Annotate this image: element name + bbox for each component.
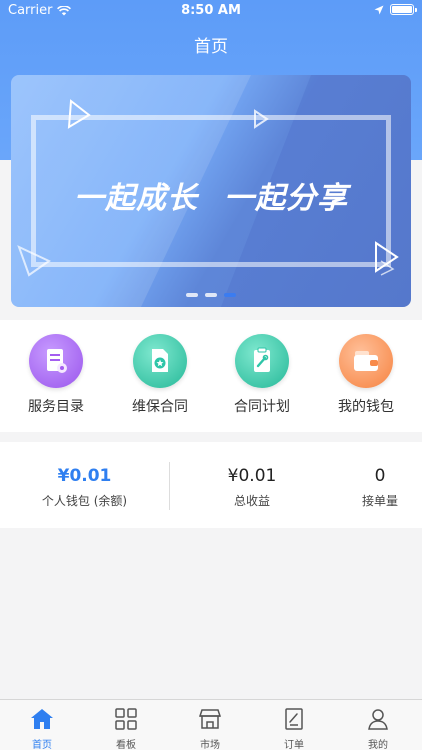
- wallet-icon: [339, 334, 393, 388]
- feature-menu: 服务目录 维保合同 合同计划 我的钱包: [0, 320, 422, 432]
- tab-label: 订单: [284, 740, 304, 750]
- tab-market[interactable]: 市场: [168, 706, 252, 750]
- tab-profile[interactable]: 我的: [336, 706, 420, 750]
- contract-plan-icon: [235, 334, 289, 388]
- tab-label: 市场: [200, 740, 220, 750]
- slogan-left: 一起成长: [74, 181, 198, 216]
- menu-label: 维保合同: [132, 399, 188, 415]
- menu-label: 我的钱包: [338, 399, 394, 415]
- menu-item-service-catalog[interactable]: 服务目录: [6, 334, 106, 416]
- menu-item-contract-plan[interactable]: 合同计划: [212, 334, 312, 416]
- page-title: 首页: [194, 37, 228, 57]
- tab-home[interactable]: 首页: [0, 706, 84, 750]
- tab-label: 首页: [32, 740, 52, 750]
- banner-slogan: 一起成长 一起分享: [11, 173, 411, 217]
- clock: 8:50 AM: [181, 3, 241, 18]
- profile-icon: [336, 706, 420, 732]
- menu-item-maintenance-contract[interactable]: 维保合同: [110, 334, 210, 416]
- order-icon: [252, 706, 336, 732]
- orders-count-label: 接单量: [361, 494, 398, 508]
- tab-label: 我的: [368, 740, 388, 750]
- tab-orders[interactable]: 订单: [252, 706, 336, 750]
- wallet-balance-value: ¥0.01: [57, 466, 112, 486]
- total-income-label: 总收益: [233, 494, 270, 508]
- carousel-dot[interactable]: [186, 293, 198, 297]
- stat-total-income[interactable]: ¥0.01 总收益: [190, 466, 314, 509]
- menu-item-wallet[interactable]: 我的钱包: [316, 334, 416, 416]
- menu-label: 服务目录: [28, 399, 84, 415]
- tab-bar: 首页 看板 市场 订单 我的: [0, 699, 422, 750]
- carousel-indicator: [11, 293, 411, 297]
- status-bar: Carrier 8:50 AM: [0, 0, 422, 22]
- tab-label: 看板: [116, 740, 136, 750]
- slogan-right: 一起分享: [224, 181, 348, 216]
- total-income-value: ¥0.01: [227, 466, 277, 486]
- stats-divider: [169, 462, 170, 510]
- carousel-dot-active[interactable]: [224, 293, 236, 297]
- battery-icon: [390, 4, 417, 15]
- stat-orders[interactable]: 0 接单量: [340, 466, 420, 509]
- maintenance-contract-icon: [133, 334, 187, 388]
- stat-wallet[interactable]: ¥0.01 个人钱包 (余额): [0, 466, 169, 509]
- banner-carousel[interactable]: 一起成长 一起分享: [11, 75, 411, 307]
- home-icon: [0, 706, 84, 732]
- dashboard-icon: [84, 706, 168, 732]
- wallet-balance-label: 个人钱包 (余额): [41, 494, 128, 508]
- orders-count-value: 0: [374, 466, 386, 486]
- market-icon: [168, 706, 252, 732]
- location-icon: [374, 5, 384, 14]
- carousel-dot[interactable]: [205, 293, 217, 297]
- stats-panel: ¥0.01 个人钱包 (余额) ¥0.01 总收益 0 接单量: [0, 442, 422, 528]
- menu-label: 合同计划: [234, 399, 290, 415]
- service-catalog-icon: [29, 334, 83, 388]
- tab-dashboard[interactable]: 看板: [84, 706, 168, 750]
